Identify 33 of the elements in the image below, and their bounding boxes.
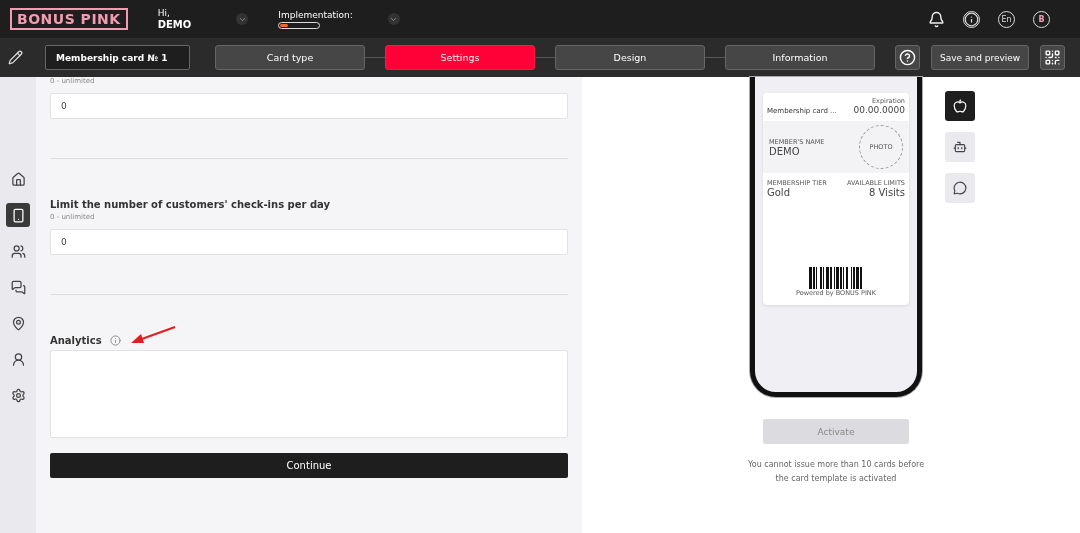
continue-button[interactable]: Continue [50,453,568,478]
field-label: Analytics [50,335,102,346]
expiration-date: 00.00.0000 [853,105,905,115]
apple-icon[interactable] [945,91,975,121]
card-name-field[interactable]: Membership card № 1 [45,45,190,70]
step-tab[interactable]: Information [725,45,875,70]
input-field[interactable]: 0 [50,229,568,255]
activation-note: You cannot issue more than 10 cards before the card template is activated [746,459,926,485]
chevron-down-icon[interactable] [387,13,400,25]
input-field[interactable]: 0 [50,93,568,119]
logo: BONUS PINK [10,8,128,30]
bell-icon[interactable] [928,10,945,28]
member-name: DEMO [769,145,800,157]
qr-code-button[interactable] [1040,45,1066,70]
chat-icon[interactable] [945,173,975,203]
greeting: Hi, [157,7,171,19]
tier-value: Gold [767,187,790,198]
qr-code-icon [1044,49,1062,66]
implementation-label: Implementation: [278,9,353,20]
barcode-icon [809,267,863,289]
user-name: DEMO [157,19,192,31]
edit-icon[interactable] [8,50,23,65]
chevron-down-icon[interactable] [236,13,249,25]
save-preview-button[interactable]: Save and preview [931,45,1030,70]
step-tab[interactable]: Card type [215,45,365,70]
step-tab[interactable]: Settings [385,45,535,70]
limits-value: 8 Visits [868,187,905,198]
phone-icon[interactable] [6,203,30,227]
help-button[interactable] [895,45,920,70]
field-label: Limit the number of customers' check-ins per day [50,199,332,210]
robot-icon[interactable] [945,132,975,162]
step-tab[interactable]: Design [555,45,705,70]
analytics-field[interactable] [50,350,568,438]
